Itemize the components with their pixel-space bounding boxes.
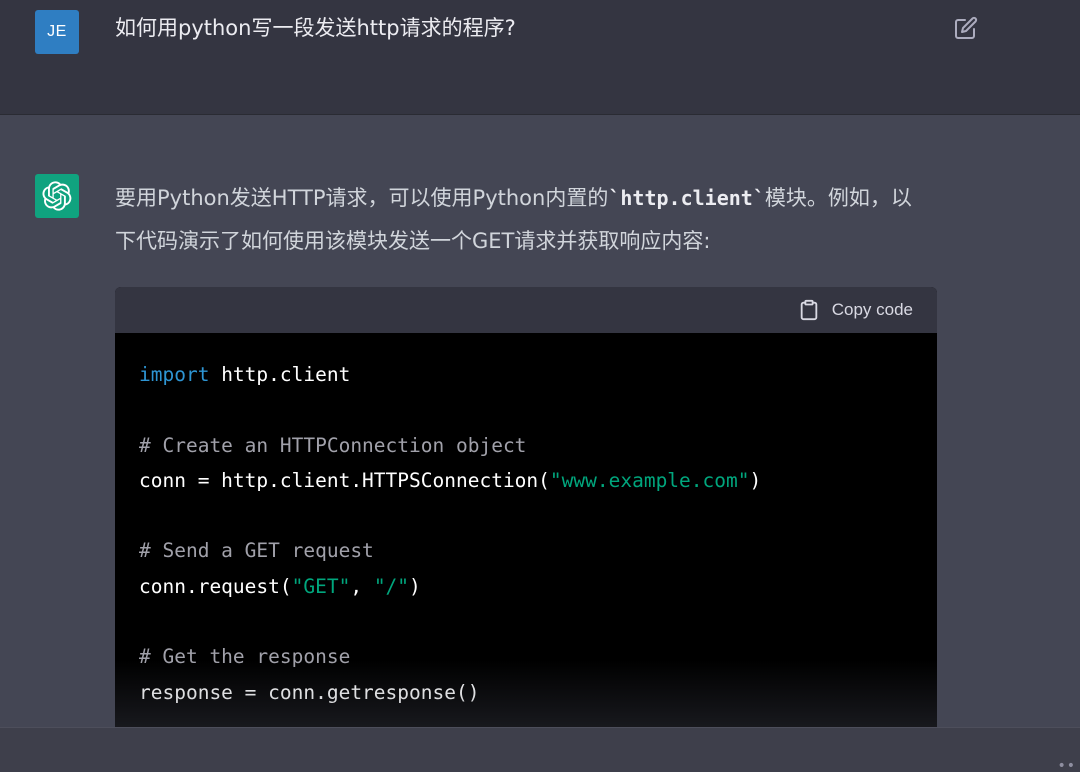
code-line: import http.client <box>139 357 913 392</box>
inline-code: `http.client` <box>608 186 765 210</box>
clipboard-icon <box>800 299 817 321</box>
code-text: conn = http.client.HTTPSConnection( <box>139 468 550 492</box>
edit-icon[interactable] <box>954 16 978 40</box>
user-message-row: JE 如何用python写一段发送http请求的程序? <box>0 0 1080 115</box>
code-comment: # Send a GET request <box>139 539 374 563</box>
code-string: "/" <box>373 574 410 598</box>
code-body: import http.client # Create an HTTPConnec… <box>115 333 937 710</box>
code-line: conn = http.client.HTTPSConnection("www.… <box>139 463 913 498</box>
code-text: , <box>350 574 374 598</box>
assistant-answer-text: 要用Python发送HTTP请求，可以使用Python内置的`http.clie… <box>115 177 925 263</box>
code-line: # Create an HTTPConnection object <box>139 428 913 463</box>
more-dots-icon[interactable]: •• <box>1057 758 1076 772</box>
code-line: # Get the response <box>139 639 913 674</box>
code-string: "GET" <box>291 574 351 598</box>
chat-page: JE 如何用python写一段发送http请求的程序? 要用Python发送HT… <box>0 0 1080 772</box>
code-text: ) <box>749 468 762 492</box>
openai-logo-icon <box>35 174 79 218</box>
code-text: response = conn.getresponse() <box>139 680 480 704</box>
code-block-header: Copy code <box>115 287 937 333</box>
code-text: conn.request( <box>139 574 292 598</box>
code-line: conn.request("GET", "/") <box>139 569 913 604</box>
code-block: Copy code import http.client # Create an … <box>115 287 937 727</box>
code-text: http.client <box>209 363 351 386</box>
code-string: "www.example.com" <box>549 468 750 492</box>
user-avatar: JE <box>35 10 79 54</box>
code-keyword: import <box>139 363 210 386</box>
answer-text-part-1: 要用Python发送HTTP请求，可以使用Python内置的 <box>115 186 609 210</box>
copy-code-button[interactable]: Copy code <box>798 299 913 321</box>
copy-code-label: Copy code <box>831 300 913 319</box>
user-message-text: 如何用python写一段发送http请求的程序? <box>115 16 516 40</box>
code-text: ) <box>409 574 421 598</box>
bottom-input-area <box>0 727 1080 772</box>
code-line: response = conn.getresponse() <box>139 675 913 710</box>
code-line: # Send a GET request <box>139 533 913 568</box>
code-comment: # Get the response <box>139 645 351 669</box>
assistant-message-row: 要用Python发送HTTP请求，可以使用Python内置的`http.clie… <box>0 115 1080 727</box>
code-comment: # Create an HTTPConnection object <box>139 433 527 457</box>
